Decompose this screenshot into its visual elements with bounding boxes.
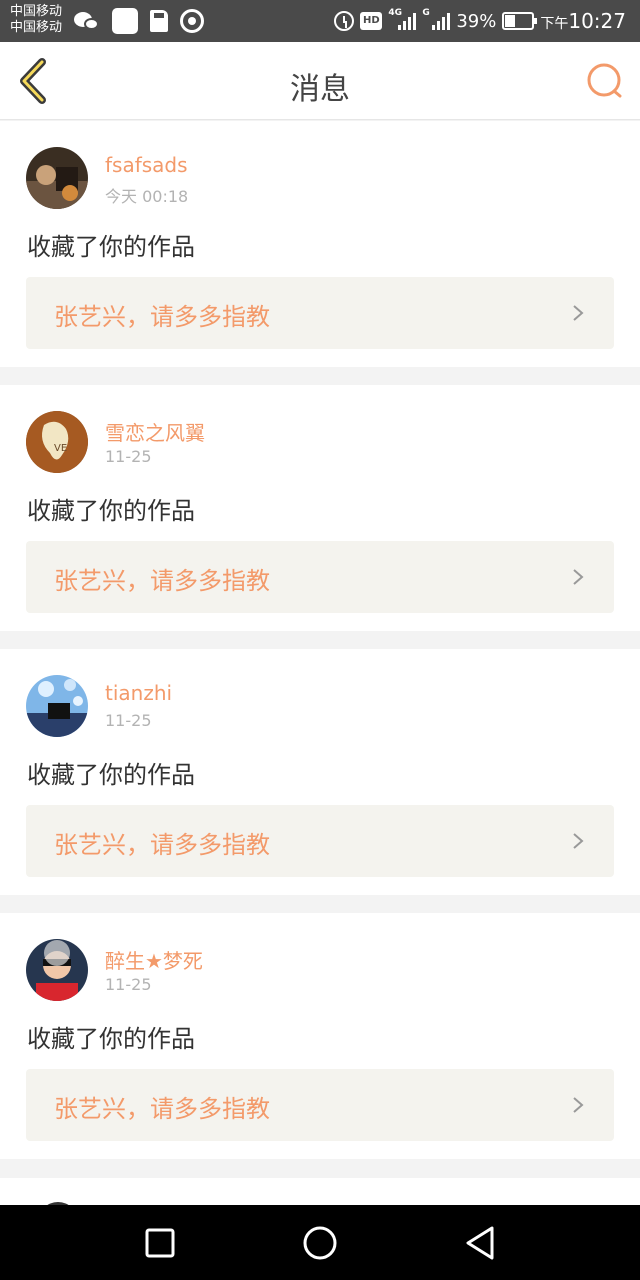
action-text: 收藏了你的作品	[27, 233, 195, 261]
notification-icon	[112, 8, 138, 34]
chevron-right-icon	[573, 305, 584, 321]
status-bar: 中国移动 中国移动 HD 4G G 39% 下午 10:27	[0, 0, 640, 42]
avatar[interactable]	[26, 939, 88, 1001]
username[interactable]: 雪恋之风翼	[105, 417, 205, 446]
work-title: 张艺兴，请多多指教	[54, 1095, 270, 1123]
home-icon[interactable]	[300, 1223, 340, 1263]
message-card: fsafsads 今天 00:18 收藏了你的作品 张艺兴，请多多指教	[0, 121, 640, 367]
signal-icon: G	[422, 8, 451, 30]
carrier-labels: 中国移动 中国移动	[10, 4, 62, 36]
message-card: tianzhi 11-25 收藏了你的作品 张艺兴，请多多指教	[0, 649, 640, 895]
clock: 下午 10:27	[540, 9, 626, 33]
wechat-icon	[74, 10, 100, 32]
carrier-1: 中国移动	[10, 4, 63, 19]
username[interactable]: tianzhi	[105, 681, 172, 705]
svg-text:VE: VE	[54, 443, 67, 454]
action-text: 收藏了你的作品	[27, 1025, 195, 1053]
avatar[interactable]	[26, 675, 88, 737]
chevron-right-icon	[573, 569, 584, 585]
sd-card-icon	[150, 10, 168, 32]
signal-icon: 4G	[388, 8, 417, 30]
timestamp: 11-25	[105, 711, 152, 730]
username[interactable]: fsafsads	[105, 153, 188, 177]
work-title: 张艺兴，请多多指教	[54, 303, 270, 331]
action-text: 收藏了你的作品	[27, 761, 195, 789]
work-title: 张艺兴，请多多指教	[54, 567, 270, 595]
battery-percent: 39%	[456, 10, 497, 32]
nfc-icon	[180, 9, 204, 33]
page-title: 消息	[290, 72, 350, 107]
chevron-right-icon	[573, 833, 584, 849]
timestamp: 11-25	[105, 447, 152, 466]
battery-icon	[502, 12, 538, 30]
search-icon	[587, 63, 622, 98]
avatar[interactable]	[26, 147, 88, 209]
recents-icon[interactable]	[140, 1223, 180, 1263]
work-link[interactable]: 张艺兴，请多多指教	[26, 1069, 614, 1141]
clock-time: 10:27	[568, 9, 626, 33]
message-list[interactable]: fsafsads 今天 00:18 收藏了你的作品 张艺兴，请多多指教 VE 雪…	[0, 121, 640, 1205]
notification-icons	[74, 8, 204, 34]
system-nav-bar	[0, 1205, 640, 1280]
message-card-partial	[0, 1178, 640, 1205]
hd-icon: HD	[360, 12, 383, 30]
search-button[interactable]	[582, 60, 626, 104]
timestamp: 今天 00:18	[105, 187, 189, 206]
message-card: VE 雪恋之风翼 11-25 收藏了你的作品 张艺兴，请多多指教	[0, 385, 640, 631]
clock-prefix: 下午	[540, 16, 569, 32]
alarm-icon	[334, 11, 355, 31]
system-icons: HD 4G G 39% 下午 10:27	[334, 0, 626, 42]
username[interactable]: 醉生★梦死	[105, 945, 203, 974]
work-title: 张艺兴，请多多指教	[54, 831, 270, 859]
work-link[interactable]: 张艺兴，请多多指教	[26, 277, 614, 349]
carrier-2: 中国移动	[10, 20, 63, 35]
timestamp: 11-25	[105, 975, 152, 994]
work-link[interactable]: 张艺兴，请多多指教	[26, 805, 614, 877]
work-link[interactable]: 张艺兴，请多多指教	[26, 541, 614, 613]
app-header: 消息	[0, 42, 640, 120]
action-text: 收藏了你的作品	[27, 497, 195, 525]
avatar[interactable]: VE	[26, 411, 88, 473]
message-card: 醉生★梦死 11-25 收藏了你的作品 张艺兴，请多多指教	[0, 913, 640, 1159]
back-icon[interactable]	[460, 1223, 500, 1263]
chevron-right-icon	[573, 1097, 584, 1113]
